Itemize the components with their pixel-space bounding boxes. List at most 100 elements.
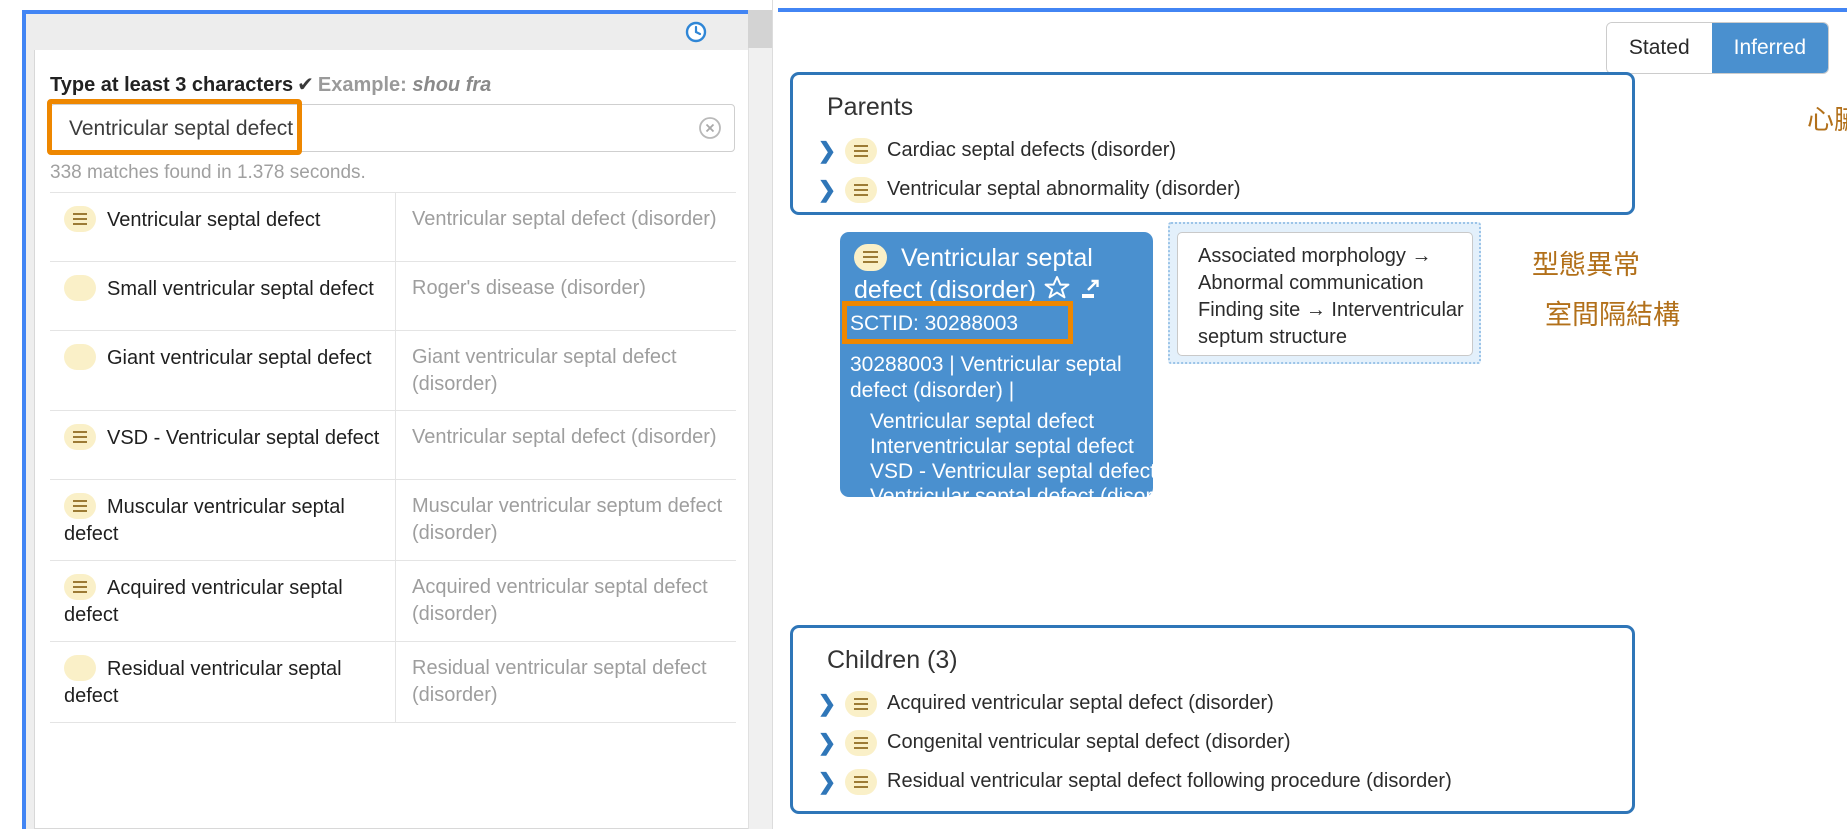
concept-synonym: Ventricular septal defect (disorder): [870, 485, 1190, 508]
tab-stated[interactable]: Stated: [1606, 23, 1712, 73]
left-toolbar: [26, 14, 767, 50]
child-item[interactable]: ❯ Acquired ventricular septal defect (dis…: [815, 684, 1452, 723]
search-box[interactable]: [50, 104, 735, 153]
tab-inferred[interactable]: Inferred: [1711, 23, 1828, 73]
parents-title: Parents: [827, 93, 914, 121]
concept-browser-panel: Stated Inferred Parents ❯ Cardiac septal …: [778, 0, 1847, 829]
child-label: Acquired ventricular septal defect (diso…: [887, 692, 1274, 714]
result-term-label: Muscular ventricular septal defect: [64, 496, 345, 545]
attributes-content: Associated morphology → Abnormal communi…: [1177, 232, 1473, 356]
clear-circle-icon[interactable]: [698, 116, 722, 140]
children-panel: Children (3) ❯ Acquired ventricular septa…: [790, 625, 1635, 814]
concept-type-icon: [64, 275, 96, 301]
attribute-line-0: Associated morphology → Abnormal communi…: [1198, 245, 1432, 294]
result-term[interactable]: Small ventricular septal defect: [50, 262, 395, 315]
search-result-row[interactable]: Small ventricular septal defect Roger's d…: [50, 262, 736, 331]
attributes-panel: Associated morphology → Abnormal communi…: [1168, 222, 1481, 364]
results-scrollbar[interactable]: [748, 10, 773, 829]
concept-type-icon: [845, 176, 877, 203]
chevron-right-icon[interactable]: ❯: [815, 139, 839, 162]
chevron-right-icon[interactable]: ❯: [815, 692, 839, 715]
view-mode-tabs: Stated Inferred: [1605, 22, 1829, 74]
result-fsn: Ventricular septal defect (disorder): [395, 411, 736, 479]
concept-synonym: Interventricular septal defect: [870, 435, 1134, 458]
result-term[interactable]: Giant ventricular septal defect: [50, 331, 395, 384]
concept-type-icon: [845, 729, 877, 756]
concept-title-row: Ventricular septal defect (disorder): [840, 243, 1153, 310]
child-item[interactable]: ❯ Residual ventricular septal defect foll…: [815, 762, 1452, 801]
result-term[interactable]: Ventricular septal defect: [50, 193, 395, 246]
result-term-label: Residual ventricular septal defect: [64, 658, 342, 707]
concept-type-icon: [64, 493, 96, 519]
result-term-label: Giant ventricular septal defect: [107, 347, 372, 369]
concept-type-icon: [64, 424, 96, 450]
search-input[interactable]: [67, 105, 671, 153]
star-outline-icon[interactable]: [1043, 274, 1071, 310]
concept-type-icon: [64, 344, 96, 370]
result-fsn: Residual ventricular septal defect (diso…: [395, 642, 736, 722]
result-fsn: Giant ventricular septal defect (disorde…: [395, 331, 736, 410]
search-hint: Type at least 3 characters ✔ Example: shou…: [50, 72, 491, 97]
search-panel: Type at least 3 characters ✔ Example: shou…: [22, 10, 767, 829]
search-result-row[interactable]: Residual ventricular septal defect Residu…: [50, 642, 736, 723]
concept-synonym-list: Ventricular septal defect Interventricula…: [870, 409, 1190, 509]
parent-item[interactable]: ❯ Cardiac septal defects (disorder): [815, 131, 1241, 170]
result-term-label: Acquired ventricular septal defect: [64, 577, 343, 626]
child-label: Congenital ventricular septal defect (di…: [887, 731, 1291, 753]
concept-synonym: VSD - Ventricular septal defect: [870, 460, 1156, 483]
parent-item[interactable]: ❯ Ventricular septal abnormality (disorde…: [815, 170, 1241, 209]
result-fsn: Acquired ventricular septal defect (diso…: [395, 561, 736, 641]
concept-type-icon: [845, 768, 877, 795]
parent-label: Ventricular septal abnormality (disorder…: [887, 178, 1241, 200]
search-result-row[interactable]: VSD - Ventricular septal defect Ventricul…: [50, 411, 736, 480]
child-item[interactable]: ❯ Congenital ventricular septal defect (d…: [815, 723, 1452, 762]
concept-type-icon: [64, 655, 96, 681]
concept-card[interactable]: Ventricular septal defect (disorder) SCT…: [840, 232, 1190, 508]
history-clock-icon[interactable]: [685, 21, 707, 43]
search-result-row[interactable]: Acquired ventricular septal defect Acquir…: [50, 561, 736, 642]
open-external-icon[interactable]: [1078, 278, 1102, 310]
attribute-note-0: 型態異常: [1532, 250, 1640, 281]
concept-synonym: Ventricular septal defect: [870, 410, 1095, 433]
parents-list: ❯ Cardiac septal defects (disorder) ❯ Ventr…: [815, 131, 1241, 209]
panel-top-rule: [778, 8, 1847, 12]
hint-example-value: shou fra: [412, 74, 492, 96]
result-term[interactable]: Residual ventricular septal defect: [50, 642, 395, 722]
result-term-label: Small ventricular septal defect: [107, 278, 374, 300]
result-term[interactable]: VSD - Ventricular septal defect: [50, 411, 395, 464]
search-card: Type at least 3 characters ✔ Example: shou…: [34, 50, 752, 829]
child-label: Residual ventricular septal defect follo…: [887, 770, 1452, 792]
concept-type-icon: [64, 574, 96, 600]
app-root: Type at least 3 characters ✔ Example: shou…: [0, 0, 1847, 829]
parents-panel: Parents ❯ Cardiac septal defects (disorde…: [790, 72, 1635, 215]
chevron-right-icon[interactable]: ❯: [815, 731, 839, 754]
hint-text: Type at least 3 characters: [50, 74, 294, 96]
concept-fsn-text: 30288003 | Ventricular septal defect (di…: [850, 353, 1122, 402]
search-result-row[interactable]: Muscular ventricular septal defect Muscul…: [50, 480, 736, 561]
sctid-text: SCTID: 30288003: [850, 312, 1019, 335]
result-fsn: Roger's disease (disorder): [395, 262, 736, 330]
match-count-text: 338 matches found in 1.378 seconds.: [50, 162, 366, 183]
parent-label: Cardiac septal defects (disorder): [887, 139, 1177, 161]
concept-type-icon: [854, 244, 887, 271]
chevron-right-icon[interactable]: ❯: [815, 770, 839, 793]
search-result-row[interactable]: Ventricular septal defect Ventricular sep…: [50, 192, 736, 262]
check-icon: ✔: [297, 74, 314, 96]
hint-example-label: Example:: [317, 74, 407, 96]
result-term[interactable]: Acquired ventricular septal defect: [50, 561, 395, 641]
results-scrollbar-thumb[interactable]: [748, 10, 772, 48]
attribute-line-1: Finding site → Interventricular septum s…: [1198, 299, 1464, 348]
result-term-label: VSD - Ventricular septal defect: [107, 427, 380, 449]
result-term-label: Ventricular septal defect: [107, 209, 321, 231]
concept-type-icon: [64, 206, 96, 232]
parent-note-0: 心臟間隔缺損: [1807, 105, 1847, 136]
result-term[interactable]: Muscular ventricular septal defect: [50, 480, 395, 560]
search-results-list: Ventricular septal defect Ventricular sep…: [50, 192, 736, 723]
search-result-row[interactable]: Giant ventricular septal defect Giant ven…: [50, 331, 736, 411]
attribute-note-1: 室間隔結構: [1545, 300, 1680, 331]
children-list: ❯ Acquired ventricular septal defect (dis…: [815, 684, 1452, 801]
concept-type-icon: [845, 690, 877, 717]
chevron-right-icon[interactable]: ❯: [815, 178, 839, 201]
result-fsn: Muscular ventricular septum defect (diso…: [395, 480, 736, 560]
concept-type-icon: [845, 137, 877, 164]
